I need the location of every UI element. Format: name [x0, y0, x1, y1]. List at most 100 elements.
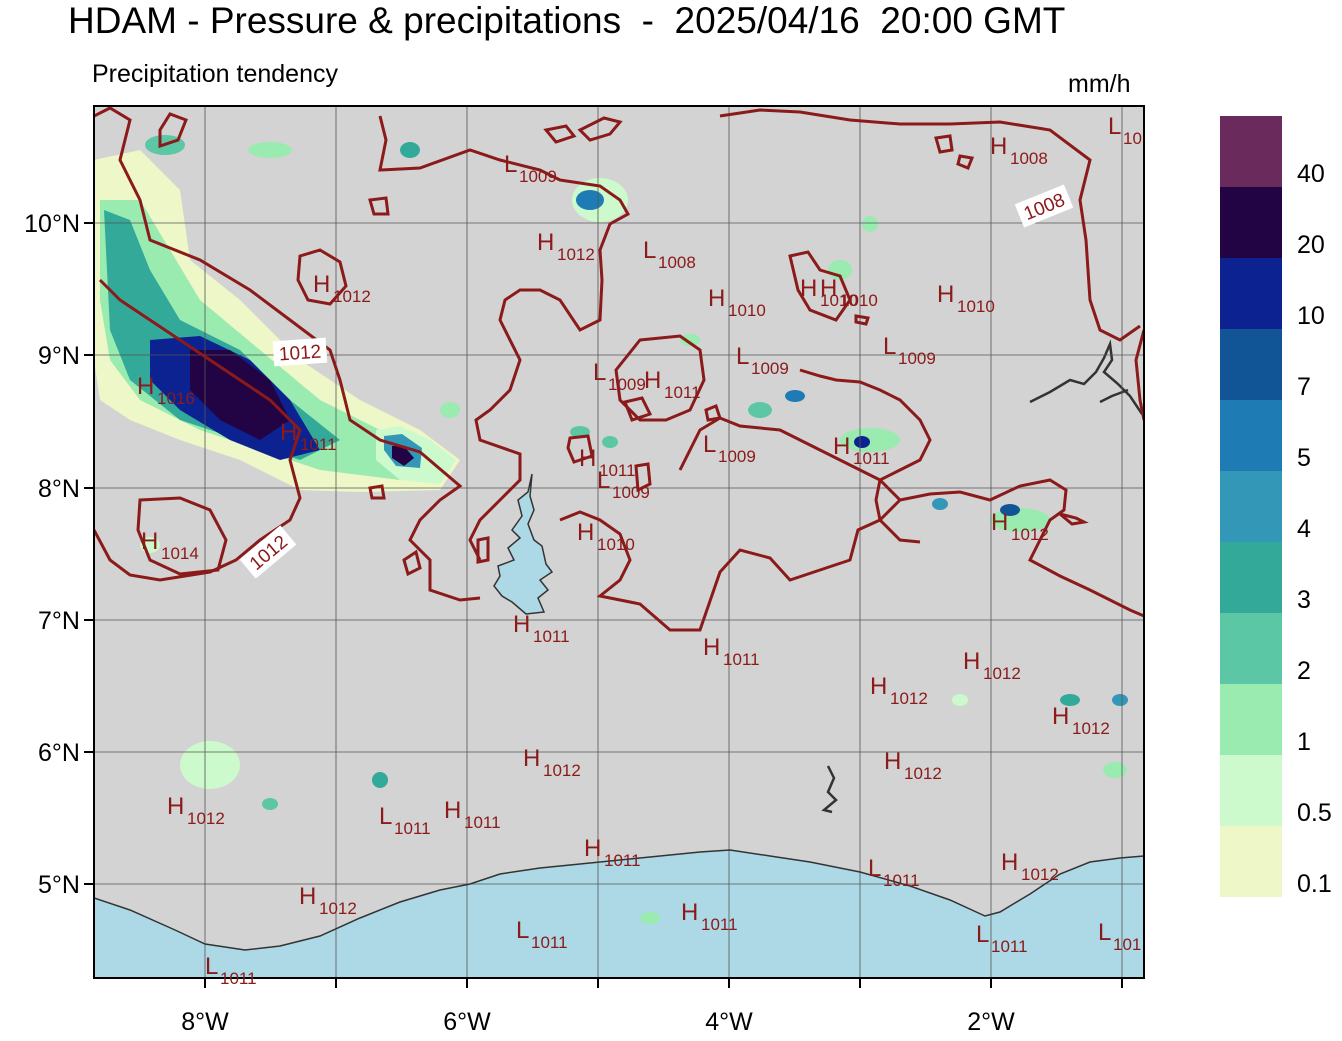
pressure-value: 1011 — [533, 627, 570, 646]
precip-cell — [400, 142, 420, 158]
pressure-type: H — [577, 519, 594, 546]
y-tick-label: 10°N — [24, 210, 80, 238]
precip-cell — [785, 390, 805, 402]
y-tick-label: 8°N — [38, 475, 80, 503]
pressure-value: 1012 — [1011, 525, 1049, 544]
pressure-type: H — [1001, 849, 1018, 876]
precip-cell — [372, 772, 388, 788]
pressure-type: H — [991, 509, 1008, 536]
pressure-value: 1008 — [658, 253, 696, 272]
pressure-value: 1011 — [853, 449, 890, 468]
pressure-value: 1009 — [751, 359, 789, 378]
pressure-type: H — [579, 445, 596, 472]
precip-cell — [952, 694, 968, 706]
pressure-type: L — [504, 151, 517, 178]
colorbar-swatch — [1220, 542, 1282, 613]
pressure-type: H — [584, 835, 601, 862]
pressure-type: L — [597, 467, 610, 494]
pressure-value: 10 — [1123, 129, 1142, 148]
pressure-type: L — [1098, 919, 1111, 946]
pressure-value: 1012 — [1072, 719, 1110, 738]
isobar-label-text: 1012 — [278, 342, 322, 366]
colorbar-swatch — [1220, 755, 1282, 826]
pressure-value: 1012 — [1021, 865, 1059, 884]
precip-cell — [1112, 694, 1128, 706]
pressure-type: H — [137, 373, 154, 400]
y-tick-label: 5°N — [38, 871, 80, 899]
precip-cell — [440, 402, 460, 418]
pressure-type: L — [205, 953, 218, 980]
colorbar-swatch — [1220, 187, 1282, 258]
colorbar-label: 40 — [1297, 160, 1325, 188]
pressure-type: H — [167, 793, 184, 820]
pressure-value: 1009 — [519, 167, 557, 186]
pressure-value: 1011 — [220, 969, 257, 988]
pressure-type: H — [820, 275, 837, 302]
pressure-type: H — [990, 133, 1007, 160]
pressure-type: L — [868, 855, 881, 882]
colorbar-label: 0.1 — [1297, 870, 1332, 898]
pressure-value: 1012 — [890, 689, 928, 708]
pressure-value: 1012 — [333, 287, 371, 306]
colorbar-label: 4 — [1297, 515, 1311, 543]
pressure-type: L — [516, 917, 529, 944]
precip-cell — [262, 798, 278, 810]
pressure-value: 1016 — [157, 389, 195, 408]
precip-cell — [854, 436, 870, 448]
pressure-type: L — [643, 237, 656, 264]
pressure-value: 1009 — [898, 349, 936, 368]
pressure-value: 1010 — [957, 297, 995, 316]
x-tick-label: 2°W — [967, 1008, 1015, 1036]
pressure-type: H — [444, 797, 461, 824]
colorbar-label: 3 — [1297, 586, 1311, 614]
pressure-type: L — [976, 921, 989, 948]
precip-cell — [180, 741, 240, 789]
pressure-value: 1009 — [612, 483, 650, 502]
pressure-type: H — [141, 528, 158, 555]
colorbar-label: 20 — [1297, 231, 1325, 259]
pressure-value: 1011 — [883, 871, 920, 890]
pressure-value: 1011 — [531, 933, 568, 952]
colorbar-label: 0.5 — [1297, 799, 1332, 827]
pressure-type: H — [833, 433, 850, 460]
pressure-type: H — [870, 673, 887, 700]
pressure-value: 1011 — [991, 937, 1028, 956]
colorbar-swatch — [1220, 613, 1282, 684]
precip-cell — [640, 912, 660, 924]
pressure-value: 1011 — [394, 819, 431, 838]
precip-cell — [862, 216, 878, 232]
pressure-value: 1010 — [597, 535, 635, 554]
pressure-type: H — [1052, 703, 1069, 730]
precip-cell — [932, 498, 948, 510]
x-tick-label: 4°W — [705, 1008, 753, 1036]
pressure-value: 1012 — [557, 245, 595, 264]
pressure-value: 1009 — [718, 447, 756, 466]
pressure-type: H — [513, 611, 530, 638]
precip-cell — [576, 190, 604, 210]
colorbar-label: 7 — [1297, 373, 1311, 401]
colorbar-swatch — [1220, 400, 1282, 471]
colorbar-swatch — [1220, 684, 1282, 755]
precip-cell — [248, 142, 292, 158]
y-tick-label: 9°N — [38, 342, 80, 370]
pressure-type: H — [937, 281, 954, 308]
pressure-value: 1012 — [983, 664, 1021, 683]
precip-cell — [748, 402, 772, 418]
pressure-type: H — [703, 634, 720, 661]
pressure-type: H — [800, 275, 817, 302]
colorbar-swatch — [1220, 258, 1282, 329]
pressure-value: 1011 — [604, 851, 641, 870]
weather-map: 8°W 6°W 4°W 2°W10°N9°N8°N7°N6°N5°N L 10L 1009… — [24, 105, 1282, 1036]
pressure-value: 1014 — [161, 544, 199, 563]
colorbar-label: 10 — [1297, 302, 1325, 330]
pressure-type: L — [379, 803, 392, 830]
pressure-type: H — [708, 285, 725, 312]
isobar-label: 1012 — [272, 337, 328, 367]
pressure-type: L — [883, 333, 896, 360]
x-tick-label: 8°W — [181, 1008, 229, 1036]
colorbar-swatch — [1220, 826, 1282, 897]
pressure-type: L — [703, 431, 716, 458]
pressure-type: H — [523, 745, 540, 772]
pressure-value: 1009 — [608, 375, 646, 394]
pressure-type: H — [280, 419, 297, 446]
